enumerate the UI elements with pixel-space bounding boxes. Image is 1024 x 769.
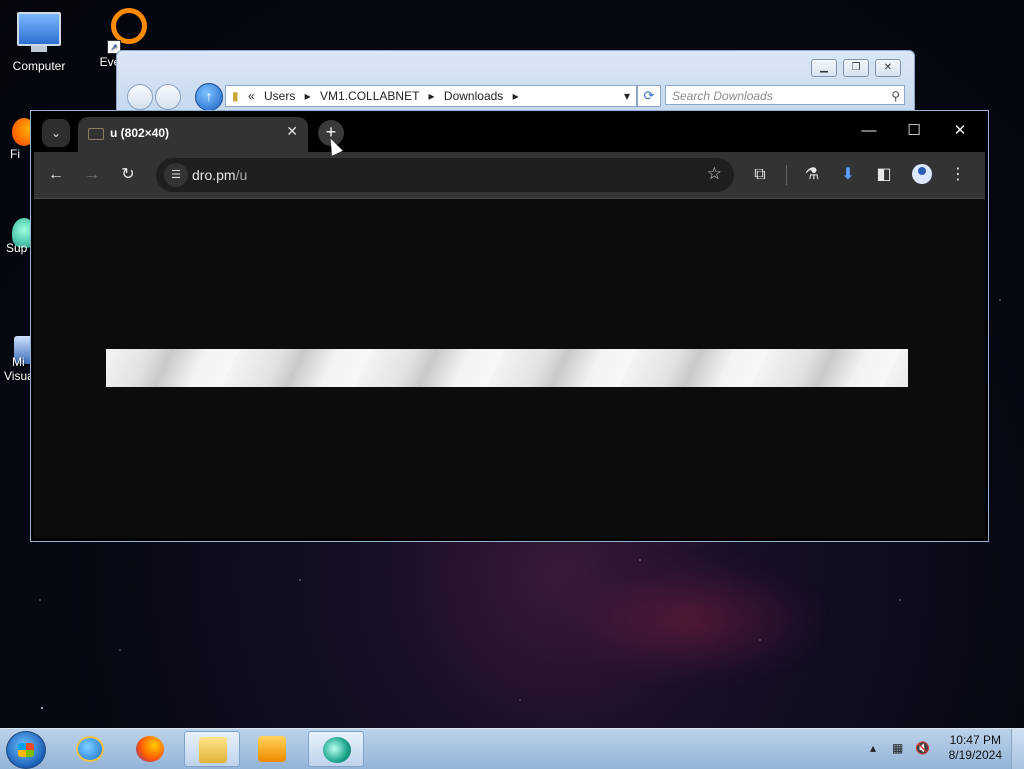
forward-button[interactable] <box>155 84 181 110</box>
minimize-button[interactable]: ▁ <box>811 59 837 77</box>
address-bar[interactable]: ▮ « Users ▸ VM1.COLLABNET ▸ Downloads ▸ … <box>225 85 637 107</box>
site-info-icon[interactable]: ☰ <box>164 163 188 187</box>
network-icon[interactable]: ▦ <box>892 741 903 755</box>
clock-date: 8/19/2024 <box>948 748 1002 762</box>
folder-icon <box>199 737 227 763</box>
chrome-frame: ⌄ u (802×40) ✕ + — ☐ ✕ ← → ↻ ☰ dro.pm/u … <box>34 111 985 538</box>
taskbar-media-player[interactable] <box>244 731 300 767</box>
extensions-icon[interactable]: ⧉ <box>746 161 774 189</box>
system-clock[interactable]: 10:47 PM 8/19/2024 <box>949 733 1002 763</box>
toolbar-separator <box>786 165 787 185</box>
internet-explorer-icon <box>76 736 104 762</box>
loading-image-placeholder <box>106 349 908 387</box>
maximize-button[interactable]: ☐ <box>894 119 934 143</box>
chevron-right-icon[interactable]: ▸ <box>305 89 311 103</box>
desktop-icon-computer[interactable]: Computer <box>4 8 74 73</box>
start-button[interactable] <box>6 731 46 769</box>
desktop-nebula <box>560 560 820 680</box>
up-folder-button[interactable]: ↑ <box>195 83 223 111</box>
taskbar-firefox[interactable] <box>122 731 178 767</box>
image-favicon-icon <box>88 128 104 140</box>
download-icon[interactable]: ⬇ <box>834 161 862 189</box>
close-button[interactable]: ✕ <box>875 59 901 77</box>
everything-icon: ↗ <box>93 8 147 54</box>
computer-icon <box>17 12 61 56</box>
close-tab-icon[interactable]: ✕ <box>286 123 298 140</box>
chevron-down-icon[interactable]: ▾ <box>624 86 630 106</box>
desktop-icon-label: Computer <box>12 59 66 73</box>
breadcrumb-users[interactable]: Users <box>264 89 295 103</box>
url-path: /u <box>235 167 248 183</box>
page-content <box>34 199 985 538</box>
tab-title: u (802×40) <box>110 126 170 140</box>
search-input[interactable]: Search Downloads ⚲ <box>665 85 905 105</box>
taskbar: ▴ ▦ 🔇 10:47 PM 8/19/2024 <box>0 728 1024 769</box>
address-bar[interactable]: ☰ dro.pm/u ☆ <box>156 158 734 192</box>
refresh-button[interactable]: ⟳ <box>637 85 661 107</box>
volume-muted-icon[interactable]: 🔇 <box>915 741 930 755</box>
tab-strip: ⌄ u (802×40) ✕ + — ☐ ✕ <box>34 111 985 152</box>
side-panel-icon[interactable]: ◧ <box>870 161 898 189</box>
tab-search-button[interactable]: ⌄ <box>42 119 70 147</box>
taskbar-explorer[interactable] <box>184 731 240 767</box>
reload-button[interactable]: ↻ <box>114 161 142 189</box>
bookmark-star-icon[interactable]: ☆ <box>707 164 722 184</box>
taskbar-chrome[interactable] <box>308 731 364 767</box>
windows-logo-icon <box>18 743 34 757</box>
url-text[interactable]: dro.pm/u <box>192 167 247 183</box>
browser-toolbar: ← → ↻ ☰ dro.pm/u ☆ ⧉ ⚗ ⬇ ◧ ⋮ <box>34 152 985 199</box>
minimize-button[interactable]: — <box>849 119 889 143</box>
breadcrumb-vm1[interactable]: VM1.COLLABNET <box>320 89 419 103</box>
search-icon[interactable]: ⚲ <box>891 86 900 106</box>
folder-icon: ▮ <box>232 89 239 103</box>
profile-avatar-icon[interactable] <box>912 164 932 184</box>
browser-app-icon <box>323 737 351 763</box>
media-player-icon <box>258 736 286 762</box>
back-button[interactable] <box>127 84 153 110</box>
close-window-button[interactable]: ✕ <box>940 119 980 143</box>
labs-flask-icon[interactable]: ⚗ <box>798 161 826 189</box>
breadcrumb-downloads[interactable]: Downloads <box>444 89 503 103</box>
tab-active[interactable]: u (802×40) ✕ <box>78 117 308 152</box>
forward-button[interactable]: → <box>78 161 106 189</box>
restore-button[interactable]: ❐ <box>843 59 869 77</box>
chevron-right-icon[interactable]: ▸ <box>429 89 435 103</box>
url-host: dro.pm <box>192 167 236 183</box>
clock-time: 10:47 PM <box>949 733 1001 747</box>
back-button[interactable]: ← <box>42 161 70 189</box>
menu-kebab-icon[interactable]: ⋮ <box>944 161 972 189</box>
search-placeholder: Search Downloads <box>672 89 773 103</box>
chevron-right-icon[interactable]: ▸ <box>513 89 519 103</box>
breadcrumb-overflow[interactable]: « <box>248 89 255 103</box>
taskbar-ie[interactable] <box>62 731 118 767</box>
show-hidden-icons[interactable]: ▴ <box>870 741 876 755</box>
firefox-icon <box>136 736 164 762</box>
show-desktop-button[interactable] <box>1011 729 1024 769</box>
chrome-window[interactable]: ⌄ u (802×40) ✕ + — ☐ ✕ ← → ↻ ☰ dro.pm/u … <box>30 110 989 542</box>
